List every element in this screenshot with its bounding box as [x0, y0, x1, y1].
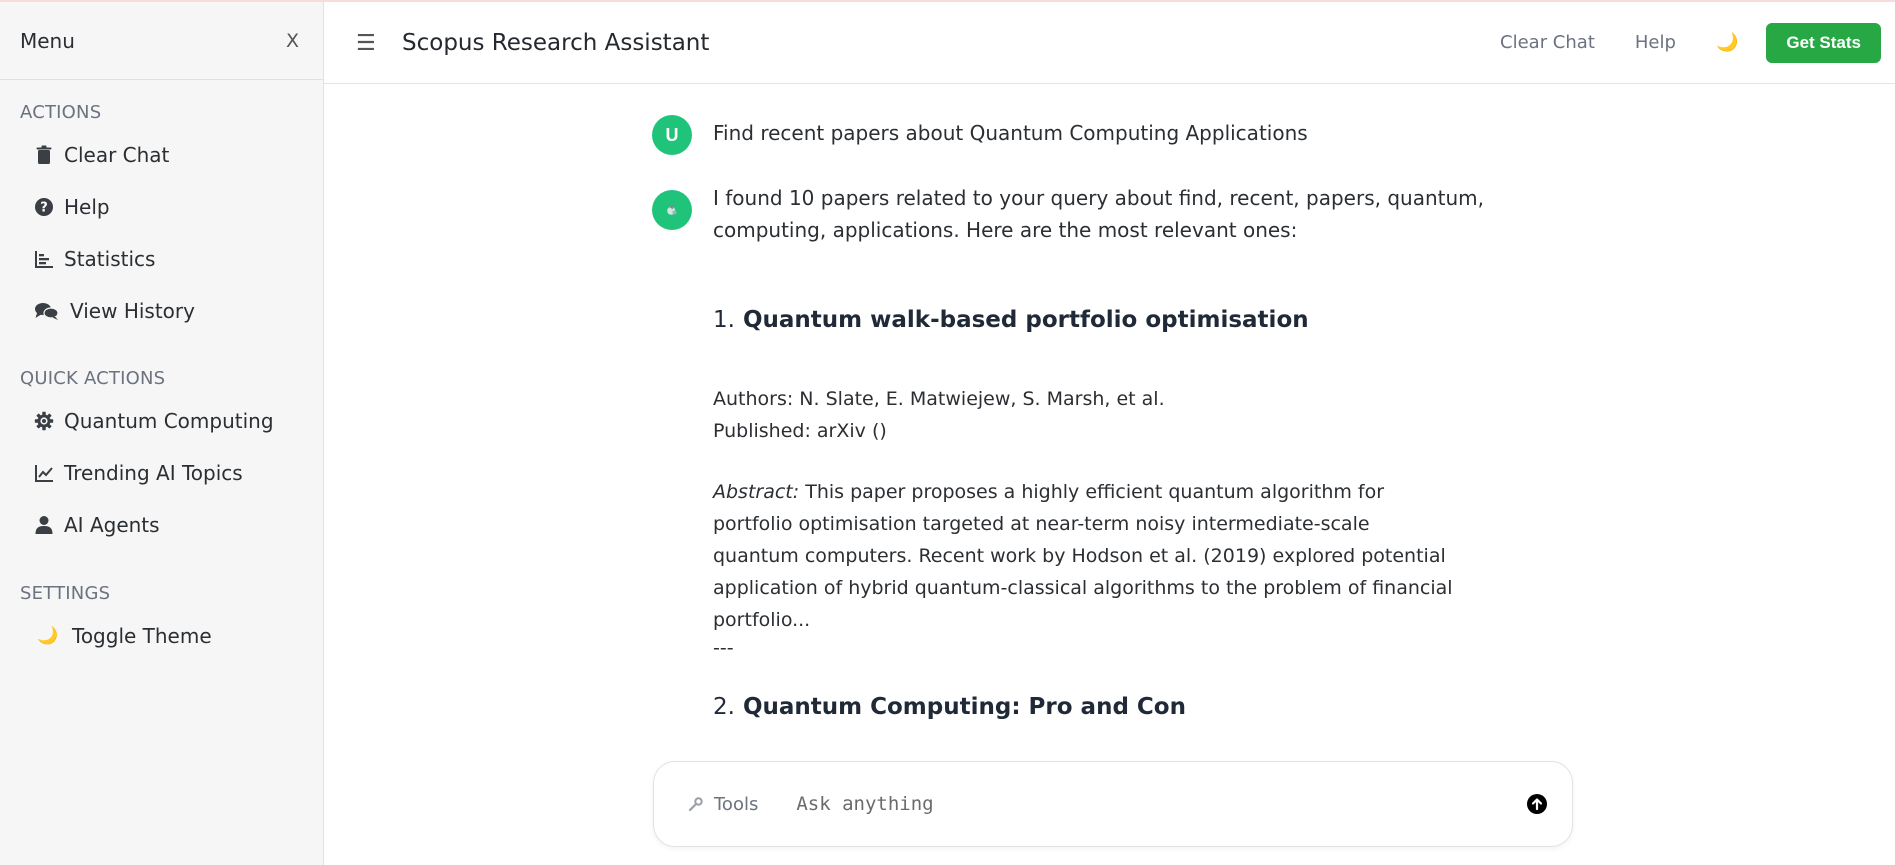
- top-actions: Clear Chat Help 🌙 Get Stats: [1500, 22, 1895, 63]
- sidebar-item-label: Clear Chat: [64, 143, 170, 167]
- assistant-bot-icon: [667, 204, 677, 215]
- paper-1-authors: Authors: N. Slate, E. Matwiejew, S. Mars…: [713, 388, 1165, 410]
- paper-separator: ---: [713, 637, 734, 659]
- trash-icon: [34, 145, 54, 165]
- sidebar-section-quick-actions: QUICK ACTIONS Quantum Computing Trending…: [0, 367, 323, 551]
- send-arrow-icon[interactable]: [1526, 793, 1548, 815]
- bar-chart-icon: [34, 249, 54, 269]
- sidebar-item-label: AI Agents: [64, 513, 160, 537]
- sidebar-item-statistics[interactable]: Statistics: [0, 233, 323, 285]
- section-title-settings: SETTINGS: [20, 583, 111, 604]
- paper-1-abstract-text: This paper proposes a highly efficient q…: [713, 481, 1453, 631]
- wrench-icon: [688, 797, 703, 812]
- sidebar-header: Menu X: [0, 2, 323, 80]
- paper-1-number: 1.: [713, 307, 735, 333]
- sidebar-item-view-history[interactable]: View History: [0, 285, 323, 337]
- sidebar-item-quantum-computing[interactable]: Quantum Computing: [0, 395, 323, 447]
- paper-2-title: 2. Quantum Computing: Pro and Con: [713, 694, 1493, 720]
- moon-icon: 🌙: [37, 626, 59, 646]
- sidebar-item-trending-ai-topics[interactable]: Trending AI Topics: [0, 447, 323, 499]
- paper-2-number: 2.: [713, 694, 735, 720]
- ask-input[interactable]: [796, 793, 1497, 815]
- paper-1-title-text: Quantum walk-based portfolio optimisatio…: [742, 307, 1309, 333]
- app-title: Scopus Research Assistant: [402, 29, 710, 56]
- sidebar-item-label: Trending AI Topics: [64, 461, 243, 485]
- tools-label: Tools: [714, 793, 759, 815]
- app-window: Menu X ACTIONS Clear Chat ? Help Statist…: [0, 0, 1895, 865]
- paper-1-abstract: Abstract: This paper proposes a highly e…: [713, 476, 1453, 636]
- sidebar-title: Menu: [20, 28, 75, 53]
- section-title-actions: ACTIONS: [20, 102, 102, 123]
- tools-button[interactable]: Tools: [688, 794, 758, 815]
- sidebar-item-toggle-theme[interactable]: 🌙 Toggle Theme: [0, 610, 323, 662]
- question-circle-icon: ?: [34, 197, 54, 217]
- paper-1-title: 1. Quantum walk-based portfolio optimisa…: [713, 307, 1493, 333]
- get-stats-button[interactable]: Get Stats: [1766, 22, 1881, 63]
- sidebar-item-ai-agents[interactable]: AI Agents: [0, 499, 323, 551]
- abstract-label: Abstract:: [713, 481, 800, 503]
- sidebar: Menu X ACTIONS Clear Chat ? Help Statist…: [0, 2, 324, 865]
- theme-toggle-moon-icon[interactable]: 🌙: [1716, 32, 1738, 53]
- sidebar-section-actions: ACTIONS Clear Chat ? Help Statistics Vie…: [0, 101, 323, 337]
- hamburger-menu-icon[interactable]: ☰: [356, 30, 380, 56]
- sidebar-item-help[interactable]: ? Help: [0, 181, 323, 233]
- chat-input-box: Tools: [653, 761, 1573, 847]
- user-avatar: U: [652, 115, 692, 155]
- user-message-text: Find recent papers about Quantum Computi…: [713, 121, 1308, 145]
- assistant-avatar: [652, 190, 692, 230]
- sidebar-section-settings: SETTINGS 🌙 Toggle Theme: [0, 582, 323, 662]
- help-link[interactable]: Help: [1635, 32, 1676, 53]
- comments-icon: [34, 301, 60, 321]
- sidebar-item-label: Help: [64, 195, 110, 219]
- gear-icon: [34, 411, 54, 431]
- paper-1-published: Published: arXiv (): [713, 420, 887, 442]
- paper-2-title-text: Quantum Computing: Pro and Con: [742, 694, 1186, 720]
- assistant-intro-text: I found 10 papers related to your query …: [713, 186, 1484, 242]
- sidebar-item-label: Toggle Theme: [72, 624, 212, 648]
- sidebar-item-clear-chat[interactable]: Clear Chat: [0, 129, 323, 181]
- sidebar-item-label: Statistics: [64, 247, 156, 271]
- user-message: U Find recent papers about Quantum Compu…: [652, 115, 1512, 155]
- sidebar-close-button[interactable]: X: [286, 30, 299, 52]
- line-chart-icon: [34, 463, 54, 483]
- svg-text:?: ?: [40, 201, 48, 216]
- sidebar-item-label: View History: [70, 299, 195, 323]
- top-bar: ☰ Scopus Research Assistant Clear Chat H…: [324, 2, 1895, 84]
- clear-chat-link[interactable]: Clear Chat: [1500, 32, 1595, 53]
- sidebar-item-label: Quantum Computing: [64, 409, 274, 433]
- paper-1-meta: Authors: N. Slate, E. Matwiejew, S. Mars…: [713, 383, 1493, 447]
- chat-area: U Find recent papers about Quantum Compu…: [324, 85, 1895, 865]
- user-icon: [34, 515, 54, 535]
- section-title-quick-actions: QUICK ACTIONS: [20, 368, 166, 389]
